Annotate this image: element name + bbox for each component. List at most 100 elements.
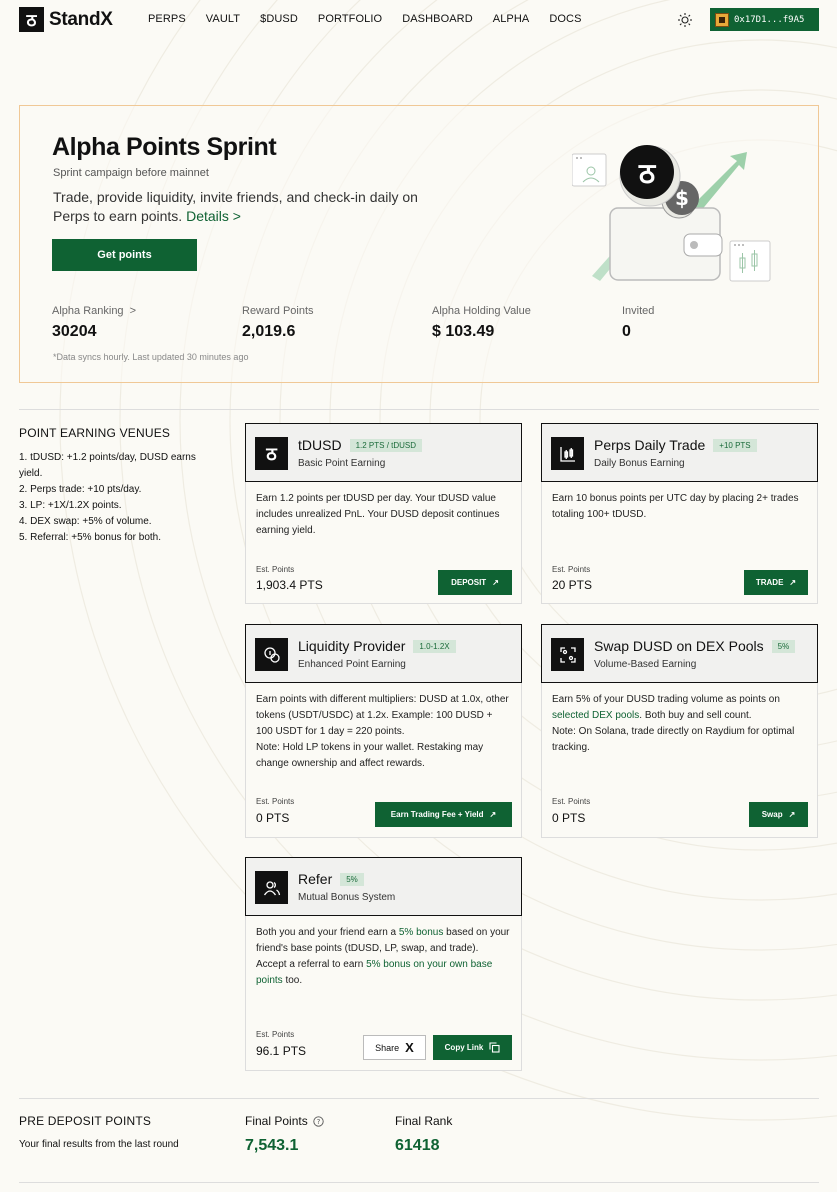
card-tag: 5% [340, 872, 364, 886]
card-description-text: Accept a referral to earn [256, 959, 367, 970]
card-tdusd: ठ tDUSD 1.2 PTS / tDUSD Basic Point Earni… [245, 423, 522, 604]
card-subtitle: Basic Point Earning [298, 458, 386, 469]
top-nav-bar: ठ StandX PERPS VAULT $DUSD PORTFOLIO DAS… [0, 0, 837, 40]
est-points-label: Est. Points [552, 565, 591, 574]
stat-value: 0 [622, 323, 631, 340]
card-title: Swap DUSD on DEX Pools [594, 638, 764, 654]
card-header: Perps Daily Trade +10 PTS Daily Bonus Ear… [541, 423, 818, 482]
card-description-text: Earn 5% of your DUSD trading volume as p… [552, 694, 780, 705]
nav-dashboard[interactable]: DASHBOARD [402, 13, 473, 25]
list-item: 5. Referral: +5% bonus for both. [19, 532, 162, 543]
card-description-text: . Both buy and sell count. [639, 710, 752, 721]
list-item: 4. DEX swap: +5% of volume. [19, 516, 152, 527]
get-points-button[interactable]: Get points [52, 239, 197, 271]
card-title: tDUSD [298, 437, 342, 453]
nav-portfolio[interactable]: PORTFOLIO [318, 13, 382, 25]
details-link[interactable]: Details > [186, 208, 241, 224]
card-description-text: too. [282, 975, 303, 986]
trade-button[interactable]: TRADE ↗ [744, 570, 808, 595]
nav-docs[interactable]: DOCS [549, 13, 581, 25]
copy-icon [489, 1042, 500, 1053]
est-points-value: 1,903.4 PTS [256, 578, 323, 592]
card-note: Note: Hold LP tokens in your wallet. Res… [256, 742, 484, 769]
card-description: Both you and your friend earn a 5% bonus… [246, 916, 521, 989]
stat-invited: Invited 0 [622, 305, 654, 341]
stat-alpha-ranking[interactable]: Alpha Ranking > 30204 [52, 305, 136, 341]
deposit-button[interactable]: DEPOSIT ↗ [438, 570, 512, 595]
help-icon[interactable]: ? [313, 1115, 324, 1127]
arrow-up-right-icon: ↗ [788, 810, 796, 819]
standx-coin-icon: ठ [638, 157, 657, 190]
est-points-value: 0 PTS [256, 811, 290, 825]
dex-pools-link[interactable]: selected DEX pools [552, 710, 639, 721]
est-points-label: Est. Points [256, 797, 295, 806]
final-rank-value: 61418 [395, 1137, 440, 1154]
main-nav: PERPS VAULT $DUSD PORTFOLIO DASHBOARD AL… [148, 13, 602, 25]
stat-alpha-holding-value: Alpha Holding Value $ 103.49 [432, 305, 531, 341]
earn-trading-fee-button[interactable]: Earn Trading Fee + Yield ↗ [375, 802, 512, 827]
nav-dusd[interactable]: $DUSD [260, 13, 298, 25]
wallet-button[interactable]: 0x17D1...f9A5 [710, 8, 819, 31]
bonus-highlight: 5% bonus [398, 927, 444, 938]
users-icon [255, 871, 288, 904]
card-tag: 5% [771, 639, 796, 653]
sync-note: *Data syncs hourly. Last updated 30 minu… [53, 352, 249, 362]
x-logo-icon: X [405, 1040, 414, 1055]
share-button[interactable]: Share X [363, 1035, 426, 1060]
card-refer: Refer 5% Mutual Bonus System Both you and… [245, 857, 522, 1071]
nav-vault[interactable]: VAULT [206, 13, 240, 25]
button-label: TRADE [755, 578, 784, 587]
chevron-right-icon: > [129, 305, 136, 317]
nav-alpha[interactable]: ALPHA [493, 13, 530, 25]
card-description-text: Earn points with different multipliers: … [256, 694, 509, 737]
nav-perps[interactable]: PERPS [148, 13, 186, 25]
card-tag: 1.0-1.2X [413, 639, 456, 653]
card-title: Refer [298, 871, 333, 887]
est-points-value: 20 PTS [552, 578, 593, 592]
standx-glyph: ठ [266, 443, 277, 465]
est-points-value: 0 PTS [552, 811, 586, 825]
stat-label: Alpha Ranking [52, 305, 124, 317]
button-label: Earn Trading Fee + Yield [390, 810, 484, 819]
card-tag: +10 PTS [713, 438, 757, 452]
wallet-illustration: $ ठ [572, 145, 771, 282]
est-points-value: 96.1 PTS [256, 1044, 307, 1058]
logo-mark-icon: ठ [19, 7, 44, 32]
button-label: Copy Link [444, 1043, 484, 1052]
card-description-text: Both you and your friend earn a [256, 927, 399, 938]
final-points: Final Points ? 7,543.1 [245, 1114, 324, 1155]
hero-description: Trade, provide liquidity, invite friends… [53, 188, 453, 226]
stat-value: 2,019.6 [242, 323, 296, 340]
button-label: Share [375, 1042, 400, 1053]
stat-label: Alpha Holding Value [432, 305, 531, 317]
est-points-label: Est. Points [552, 797, 591, 806]
swap-icon [551, 638, 584, 671]
sun-icon[interactable] [677, 12, 693, 28]
list-item: 2. Perps trade: +10 pts/day. [19, 484, 142, 495]
card-header: Refer 5% Mutual Bonus System [245, 857, 522, 916]
chart-icon [551, 437, 584, 470]
stat-value: 30204 [52, 323, 97, 340]
wallet-avatar-icon [715, 12, 729, 27]
hero-subtitle: Sprint campaign before mainnet [53, 167, 209, 179]
est-points-label: Est. Points [256, 565, 295, 574]
predeposit-title: PRE DEPOSIT POINTS [19, 1114, 152, 1128]
card-subtitle: Enhanced Point Earning [298, 659, 406, 670]
svg-text:?: ? [316, 1118, 320, 1126]
copy-link-button[interactable]: Copy Link [433, 1035, 512, 1060]
list-item: 1. tDUSD: +1.2 points/day, DUSD earns yi… [19, 452, 196, 479]
arrow-up-right-icon: ↗ [489, 810, 497, 819]
stat-value: $ 103.49 [432, 323, 495, 340]
swap-button[interactable]: Swap ↗ [749, 802, 808, 827]
coins-icon [255, 638, 288, 671]
section-divider [19, 1182, 819, 1183]
card-description: Earn points with different multipliers: … [246, 683, 521, 772]
card-tag: 1.2 PTS / tDUSD [349, 438, 423, 452]
card-swap-dusd: Swap DUSD on DEX Pools 5% Volume-Based Ea… [541, 624, 818, 838]
card-title: Perps Daily Trade [594, 437, 706, 453]
standx-logo[interactable]: ठ StandX [19, 7, 113, 32]
venues-title: POINT EARNING VENUES [19, 426, 171, 440]
list-item: 3. LP: +1X/1.2X points. [19, 500, 122, 511]
card-note: Note: On Solana, trade directly on Raydi… [552, 726, 795, 753]
card-description: Earn 5% of your DUSD trading volume as p… [542, 683, 817, 756]
